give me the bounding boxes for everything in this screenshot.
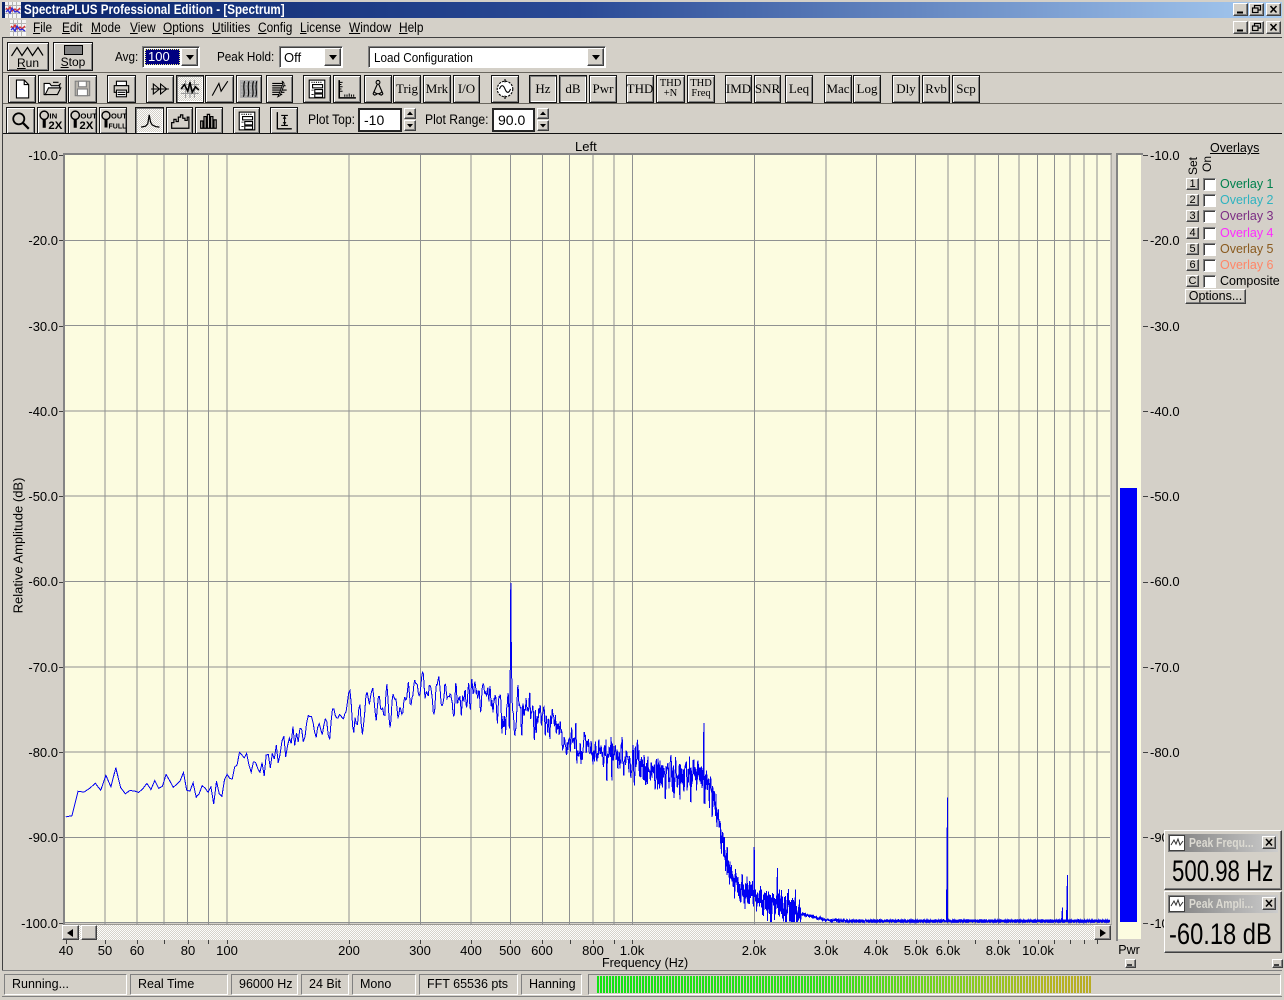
svg-text:2X: 2X <box>48 120 62 132</box>
svg-text:FULL: FULL <box>109 124 127 131</box>
svg-text:2X: 2X <box>79 120 93 132</box>
svg-text:OUT: OUT <box>111 112 126 121</box>
